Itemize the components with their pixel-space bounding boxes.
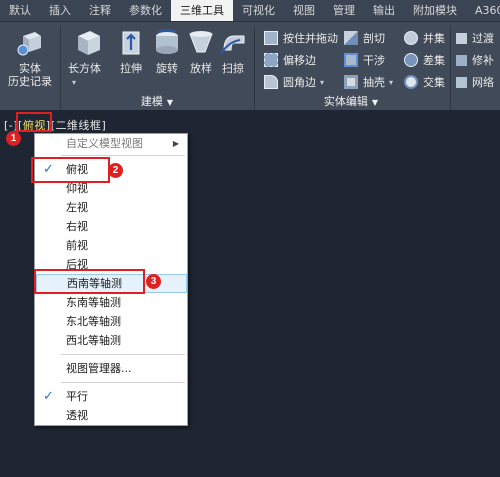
union-button[interactable]: 并集: [404, 30, 445, 46]
tab-addins[interactable]: 附加模块: [404, 0, 466, 21]
sweep-button[interactable]: 扫掠: [216, 26, 250, 75]
ribbon: 实体 历史记录 长方体▾ 拉伸 旋转 放样 扫掠 建模 ▼ 按住并拖动 偏移边 …: [0, 22, 500, 110]
box-icon: [78, 31, 100, 55]
fillet-edge-button[interactable]: 圆角边 ▾: [264, 74, 324, 90]
tab-default[interactable]: 默认: [0, 0, 40, 21]
slice-button[interactable]: 剖切: [344, 30, 385, 46]
check-icon: ✓: [43, 389, 54, 404]
annotation-box-2: [31, 157, 110, 183]
menu-item-view-manager[interactable]: 视图管理器...: [36, 359, 187, 378]
solid-history-label-2: 历史记录: [8, 75, 52, 88]
intersect-icon: [404, 75, 418, 89]
menu-separator: [61, 382, 185, 383]
network-icon: [456, 76, 467, 88]
solid-history-label-1: 实体: [19, 62, 41, 75]
ribbon-tab-bar: 默认 插入 注释 参数化 三维工具 可视化 视图 管理 输出 附加模块 A360: [0, 0, 500, 22]
sweep-icon: [220, 35, 245, 55]
patch-icon: [456, 54, 467, 66]
tab-output[interactable]: 输出: [364, 0, 404, 21]
menu-separator: [61, 354, 185, 355]
patch-button[interactable]: 修补: [456, 52, 494, 68]
presspull-icon: [264, 31, 278, 45]
panel-expand-icon: ▼: [371, 98, 379, 107]
extrude-icon: [122, 31, 140, 55]
intersect-button[interactable]: 交集: [404, 74, 445, 90]
tab-insert[interactable]: 插入: [40, 0, 80, 21]
box-label: 长方体▾: [68, 62, 101, 87]
network-button[interactable]: 网络: [456, 74, 494, 90]
tab-manage[interactable]: 管理: [324, 0, 364, 21]
subtract-icon: [404, 53, 418, 67]
presspull-button[interactable]: 按住并拖动: [264, 30, 338, 46]
menu-separator: [61, 155, 185, 156]
annotation-badge-2: 2: [108, 163, 123, 178]
menu-item-se-isometric[interactable]: 东南等轴测: [36, 293, 187, 312]
revolve-label: 旋转: [156, 62, 178, 75]
solid-history-button[interactable]: 实体 历史记录: [8, 26, 52, 88]
menu-item-front[interactable]: 前视: [36, 236, 187, 255]
loft-label: 放样: [190, 62, 212, 75]
modeling-panel-title[interactable]: 建模 ▼: [60, 94, 254, 110]
blend-icon: [456, 32, 467, 44]
fillet-edge-icon: [264, 75, 278, 89]
tab-view[interactable]: 视图: [284, 0, 324, 21]
annotation-badge-3: 3: [146, 274, 161, 289]
menu-item-right[interactable]: 右视: [36, 217, 187, 236]
menu-item-nw-isometric[interactable]: 西北等轴测: [36, 331, 187, 350]
menu-item-custom-model-view[interactable]: 自定义模型视图 ▶: [36, 134, 187, 153]
annotation-box-3: [34, 269, 145, 294]
union-icon: [404, 31, 418, 45]
panel-expand-icon: ▼: [166, 98, 174, 107]
loft-icon: [189, 31, 213, 53]
solid-history-icon: [17, 32, 41, 56]
annotation-box-1: [16, 112, 52, 132]
revolve-button[interactable]: 旋转: [150, 26, 184, 75]
menu-item-left[interactable]: 左视: [36, 198, 187, 217]
visual-style-name[interactable]: 二维线框: [55, 119, 101, 132]
tab-parametric[interactable]: 参数化: [120, 0, 171, 21]
blend-button[interactable]: 过渡: [456, 30, 494, 46]
menu-item-ne-isometric[interactable]: 东北等轴测: [36, 312, 187, 331]
annotation-badge-1: 1: [6, 131, 21, 146]
sweep-label: 扫掠: [222, 62, 244, 75]
submenu-arrow-icon: ▶: [172, 139, 179, 148]
tab-3d-tools[interactable]: 三维工具: [171, 0, 233, 21]
revolve-icon: [156, 29, 178, 54]
extrude-button[interactable]: 拉伸: [114, 26, 148, 75]
offset-edge-icon: [264, 53, 278, 67]
shell-button[interactable]: 抽壳 ▾: [344, 74, 393, 90]
offset-edge-button[interactable]: 偏移边: [264, 52, 316, 68]
solid-edit-panel-title[interactable]: 实体编辑 ▼: [254, 94, 448, 110]
tab-a360[interactable]: A360: [466, 0, 500, 21]
menu-item-perspective[interactable]: 透视: [36, 406, 187, 425]
menu-item-parallel[interactable]: ✓ 平行: [36, 387, 187, 406]
box-button[interactable]: 长方体▾: [68, 26, 108, 89]
tab-visualize[interactable]: 可视化: [233, 0, 284, 21]
subtract-button[interactable]: 差集: [404, 52, 445, 68]
tab-annotate[interactable]: 注释: [80, 0, 120, 21]
ribbon-separator: [450, 26, 451, 110]
shell-icon: [344, 75, 358, 89]
extrude-label: 拉伸: [120, 62, 142, 75]
interfere-icon: [344, 53, 358, 67]
interfere-button[interactable]: 干涉: [344, 52, 385, 68]
slice-icon: [344, 31, 358, 45]
loft-button[interactable]: 放样: [184, 26, 218, 75]
